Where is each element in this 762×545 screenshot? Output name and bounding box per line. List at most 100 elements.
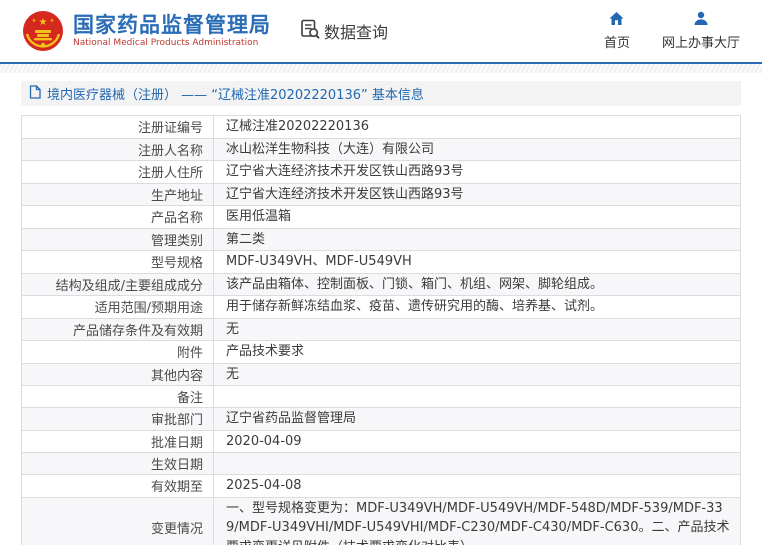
row-value: 2020-04-09: [213, 429, 741, 453]
row-value-text: 辽宁省大连经济技术开发区铁山西路93号: [226, 164, 464, 179]
row-label-text: 型号规格: [150, 256, 203, 272]
row-label-text: 适用范围/预期用途: [94, 301, 203, 317]
row-value-text: 辽宁省大连经济技术开发区铁山西路93号: [226, 186, 464, 202]
row-label: 备注: [21, 385, 214, 408]
row-value: 辽宁省药品监督管理局: [213, 407, 741, 431]
table-row: 审批部门 辽宁省药品监督管理局: [21, 407, 741, 431]
table-row: 其他内容 无: [21, 362, 741, 386]
registration-info-table: 注册证编号 辽械注准20202220136 注册人名称 冰山松洋生物科技（大连）…: [21, 115, 741, 545]
top-nav: 首页 网上办事大厅: [604, 11, 740, 51]
nmpa-emblem-logo: ★ ★ ★: [22, 10, 64, 52]
table-row: 备注: [21, 385, 741, 408]
row-value-text: 2025-04-08: [226, 478, 302, 493]
row-label: 其他内容: [21, 362, 214, 386]
row-label-text: 备注: [176, 391, 203, 406]
row-label: 批准日期: [21, 429, 214, 453]
row-value: 产品技术要求: [213, 340, 741, 364]
row-value-text: 辽械注准20202220136: [226, 119, 369, 134]
row-value: 医用低温箱: [213, 205, 741, 229]
table-row: 管理类别 第二类: [21, 227, 741, 251]
row-label-text: 产品名称: [150, 211, 203, 227]
row-value: [213, 385, 741, 408]
row-label: 生产地址: [21, 182, 214, 206]
row-label: 产品储存条件及有效期: [21, 317, 214, 341]
table-row: 生产地址 辽宁省大连经济技术开发区铁山西路93号: [21, 182, 741, 206]
row-value: [213, 452, 741, 475]
row-value-text: 2020-04-09: [226, 433, 302, 449]
row-label-text: 结构及组成/主要组成成分: [55, 278, 203, 294]
row-label-text: 生产地址: [150, 188, 203, 204]
row-value: 无: [213, 317, 741, 341]
row-label: 变更情况: [21, 496, 214, 545]
row-value: 无: [213, 362, 741, 386]
table-row: 注册人住所 辽宁省大连经济技术开发区铁山西路93号: [21, 160, 741, 184]
row-label: 产品名称: [21, 205, 214, 229]
table-row: 批准日期 2020-04-09: [21, 429, 741, 453]
row-value-text: 第二类: [226, 231, 266, 247]
site-title: 国家药品监督管理局 National Medical Products Admi…: [73, 13, 271, 48]
row-label-text: 审批部门: [150, 413, 203, 429]
row-label-text: 注册人名称: [137, 143, 203, 159]
svg-text:★: ★: [50, 18, 55, 24]
row-label: 注册人住所: [21, 160, 214, 184]
row-value: 辽宁省大连经济技术开发区铁山西路93号: [213, 160, 741, 184]
row-label-text: 批准日期: [150, 435, 203, 451]
table-row: 适用范围/预期用途 用于储存新鲜冻结血浆、疫苗、遗传研究用的酶、培养基、试剂。: [21, 295, 741, 319]
nav-home[interactable]: 首页: [604, 11, 630, 51]
row-label: 型号规格: [21, 250, 214, 274]
row-value: 辽宁省大连经济技术开发区铁山西路93号: [213, 182, 741, 206]
row-label-text: 附件: [176, 346, 203, 362]
hatch-strip: [0, 64, 762, 73]
row-label-text: 注册证编号: [137, 121, 203, 137]
row-value: 该产品由箱体、控制面板、门锁、箱门、机组、网架、脚轮组成。: [213, 272, 741, 296]
svg-text:★: ★: [32, 18, 37, 24]
row-label-text: 变更情况: [150, 522, 203, 538]
nav-service-hall[interactable]: 网上办事大厅: [662, 11, 740, 51]
row-label: 结构及组成/主要组成成分: [21, 272, 214, 296]
table-row: 生效日期: [21, 452, 741, 475]
table-row: 型号规格 MDF-U349VH、MDF-U549VH: [21, 250, 741, 274]
table-row: 注册证编号 辽械注准20202220136: [21, 115, 741, 139]
info-table-body: 注册证编号 辽械注准20202220136 注册人名称 冰山松洋生物科技（大连）…: [21, 115, 741, 545]
row-label-text: 生效日期: [150, 458, 203, 473]
home-icon: [608, 11, 625, 30]
row-value-text: 无: [226, 366, 240, 382]
row-label-text: 产品储存条件及有效期: [72, 323, 203, 339]
row-value-text: 辽宁省药品监督管理局: [226, 411, 357, 426]
row-value: 2025-04-08: [213, 474, 741, 498]
row-label: 注册证编号: [21, 115, 214, 139]
data-query-link[interactable]: 数据查询: [301, 19, 388, 43]
row-value-text: 无: [226, 321, 240, 337]
row-value-text: 医用低温箱: [226, 209, 292, 224]
table-row: 结构及组成/主要组成成分 该产品由箱体、控制面板、门锁、箱门、机组、网架、脚轮组…: [21, 272, 741, 296]
page-header: ★ ★ ★ 国家药品监督管理局 National Medical Product…: [0, 0, 762, 62]
nav-service-hall-label: 网上办事大厅: [661, 36, 740, 51]
row-value: 一、型号规格变更为：MDF-U349VH/MDF-U549VH/MDF-548D…: [213, 496, 741, 545]
data-query-icon: [301, 19, 320, 43]
row-value: 第二类: [213, 227, 741, 251]
row-label-text: 注册人住所: [137, 166, 203, 182]
row-label: 注册人名称: [21, 137, 214, 161]
row-label: 有效期至: [21, 474, 214, 498]
row-label: 管理类别: [21, 227, 214, 251]
row-value-text: MDF-U349VH、MDF-U549VH: [226, 254, 412, 269]
table-row: 注册人名称 冰山松洋生物科技（大连）有限公司: [21, 137, 741, 161]
row-value: 用于储存新鲜冻结血浆、疫苗、遗传研究用的酶、培养基、试剂。: [213, 295, 741, 319]
row-value: MDF-U349VH、MDF-U549VH: [213, 250, 741, 274]
site-title-cn: 国家药品监督管理局: [73, 13, 271, 38]
site-title-en: National Medical Products Administration: [73, 38, 259, 49]
row-value-text: 用于储存新鲜冻结血浆、疫苗、遗传研究用的酶、培养基、试剂。: [226, 299, 604, 314]
table-row: 附件 产品技术要求: [21, 340, 741, 364]
row-label: 适用范围/预期用途: [21, 295, 214, 319]
row-label-text: 有效期至: [150, 480, 203, 496]
row-label: 审批部门: [21, 407, 214, 431]
table-row: 变更情况 一、型号规格变更为：MDF-U349VH/MDF-U549VH/MDF…: [21, 496, 741, 545]
row-value-text: 产品技术要求: [226, 344, 305, 359]
row-value: 冰山松洋生物科技（大连）有限公司: [213, 137, 741, 161]
row-value-text: 该产品由箱体、控制面板、门锁、箱门、机组、网架、脚轮组成。: [226, 276, 604, 292]
row-label-text: 其他内容: [150, 368, 203, 384]
main-content: 境内医疗器械（注册） —— “辽械注准20202220136” 基本信息 注册证…: [0, 81, 762, 545]
svg-text:★: ★: [39, 17, 48, 28]
breadcrumb: 境内医疗器械（注册） —— “辽械注准20202220136” 基本信息: [21, 81, 741, 106]
document-icon: [29, 84, 41, 103]
